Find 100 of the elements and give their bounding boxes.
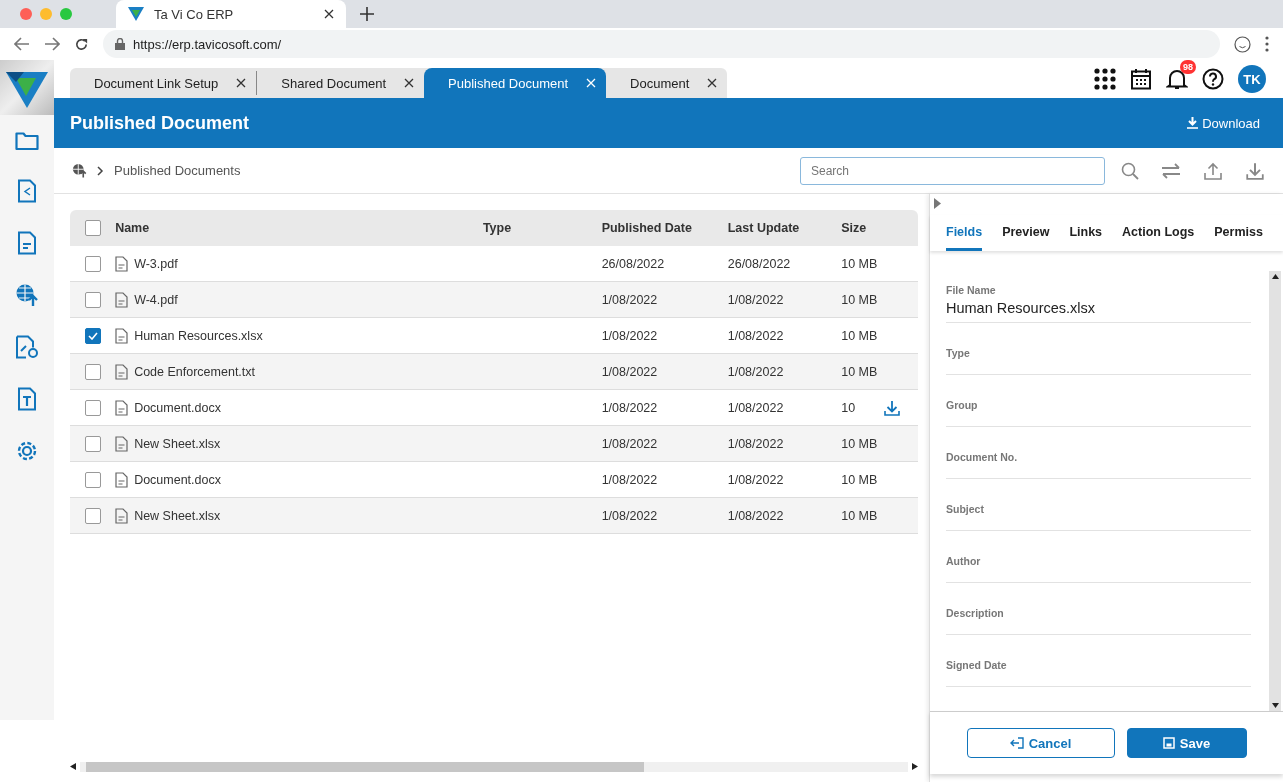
close-icon[interactable] [707, 78, 718, 88]
save-button[interactable]: Save [1126, 728, 1247, 758]
horizontal-scrollbar[interactable] [70, 760, 918, 773]
file-icon [115, 327, 129, 344]
download-icon[interactable] [1245, 160, 1265, 181]
row-checkbox[interactable] [85, 291, 101, 308]
save-icon [1162, 737, 1175, 749]
profile-icon[interactable] [1234, 35, 1251, 53]
table-cell: 1/08/2022 [601, 364, 658, 379]
download-icon [1187, 117, 1199, 129]
close-window-button[interactable] [20, 8, 32, 20]
table-cell: 1/08/2022 [601, 328, 658, 343]
row-checkbox[interactable] [85, 435, 101, 452]
column-header[interactable]: Type [482, 221, 512, 235]
file-name[interactable]: Human Resources.xlsx [134, 328, 263, 343]
file-name[interactable]: W-3.pdf [134, 256, 178, 271]
panel-tab[interactable]: Fields [946, 215, 983, 251]
close-icon[interactable] [404, 78, 415, 88]
panel-tab[interactable]: Action Logs [1122, 215, 1195, 251]
help-icon[interactable] [1202, 68, 1224, 90]
close-icon[interactable] [236, 78, 247, 88]
reload-icon[interactable] [74, 36, 89, 52]
row-checkbox[interactable] [85, 363, 101, 380]
check-icon [88, 331, 98, 340]
panel-tab[interactable]: Permiss [1214, 215, 1263, 251]
row-checkbox[interactable] [85, 471, 101, 488]
file-icon [115, 399, 129, 416]
app-tab[interactable]: Document Link Setup [70, 68, 257, 98]
column-header[interactable]: Name [115, 221, 150, 235]
file-name[interactable]: Document.docx [134, 472, 221, 487]
table-cell: 1/08/2022 [601, 508, 658, 523]
notification-bell-icon[interactable] [1166, 68, 1188, 90]
settings-icon[interactable] [15, 439, 39, 463]
file-link-icon[interactable] [15, 335, 39, 359]
table-cell: 10 MB [841, 508, 878, 523]
new-tab-icon[interactable] [360, 7, 374, 21]
chevron-right-icon [97, 165, 104, 176]
forward-icon[interactable] [44, 37, 60, 51]
download-button[interactable]: Download [1181, 114, 1266, 132]
browser-tab[interactable]: Ta Vi Co ERP [116, 0, 346, 28]
search-field[interactable]: Search [800, 156, 1105, 185]
panel-tab[interactable]: Preview [1002, 215, 1050, 251]
globe-upload-icon[interactable] [15, 283, 39, 307]
swap-icon[interactable] [1161, 162, 1181, 179]
scroll-down-icon[interactable] [1271, 703, 1279, 708]
globe-upload-icon[interactable] [72, 163, 87, 178]
table-cell: 10 MB [841, 364, 878, 379]
address-bar[interactable]: https://erp.tavicosoft.com/ [103, 30, 1220, 58]
column-header[interactable]: Size [841, 221, 867, 235]
file-name[interactable]: Document.docx [134, 400, 221, 415]
row-checkbox[interactable] [85, 399, 101, 416]
file-name[interactable]: New Sheet.xlsx [134, 436, 221, 451]
file-name[interactable]: New Sheet.xlsx [134, 508, 221, 523]
panel-tab[interactable]: Links [1069, 215, 1103, 251]
file-name[interactable]: Code Enforcement.txt [134, 364, 256, 379]
app-tab[interactable]: Document [606, 68, 728, 98]
table-cell: 1/08/2022 [601, 472, 658, 487]
file-icon [115, 363, 129, 380]
app-tab[interactable]: Published Document [424, 68, 607, 98]
row-checkbox[interactable] [85, 327, 101, 344]
field-label: Document No. [946, 451, 1019, 463]
field-label: Group [946, 399, 979, 411]
text-file-icon[interactable] [17, 387, 37, 411]
field-label: Author [946, 555, 982, 567]
apps-grid-icon[interactable] [1094, 68, 1116, 90]
scroll-right-icon[interactable] [912, 763, 918, 770]
search-icon[interactable] [1121, 161, 1139, 180]
expand-arrow-icon[interactable] [934, 198, 941, 209]
cancel-button[interactable]: Cancel [966, 728, 1115, 758]
table-cell: 10 MB [841, 472, 878, 487]
shared-file-icon[interactable] [17, 179, 37, 203]
app-tab[interactable]: Shared Document [257, 68, 425, 98]
file-icon [115, 471, 129, 488]
field-value[interactable]: Human Resources.xlsx [946, 300, 1251, 316]
page-title: Published Document [70, 112, 249, 134]
download-icon[interactable] [883, 398, 901, 417]
file-icon [115, 507, 129, 524]
select-all-checkbox[interactable] [85, 220, 101, 236]
file-icon[interactable] [17, 231, 37, 255]
scroll-up-icon[interactable] [1271, 274, 1279, 279]
row-checkbox[interactable] [85, 507, 101, 524]
table-cell: 1/08/2022 [727, 436, 784, 451]
breadcrumb-item[interactable]: Published Documents [114, 163, 241, 178]
row-checkbox[interactable] [85, 255, 101, 272]
table-cell: 1/08/2022 [727, 508, 784, 523]
calendar-icon[interactable] [1130, 68, 1152, 90]
table-cell: 1/08/2022 [727, 400, 784, 415]
folder-icon[interactable] [15, 131, 39, 151]
field-label: File Name [946, 284, 997, 296]
table-cell: 10 [841, 400, 856, 415]
back-icon[interactable] [14, 37, 30, 51]
user-avatar[interactable]: TK [1238, 65, 1266, 93]
lock-icon [115, 38, 125, 50]
file-name[interactable]: W-4.pdf [134, 292, 178, 307]
close-icon[interactable] [324, 9, 334, 19]
vertical-scrollbar[interactable] [1269, 271, 1281, 711]
upload-icon[interactable] [1203, 161, 1223, 180]
scroll-left-icon[interactable] [70, 763, 76, 770]
file-icon [115, 435, 129, 452]
menu-icon[interactable] [1265, 36, 1269, 52]
